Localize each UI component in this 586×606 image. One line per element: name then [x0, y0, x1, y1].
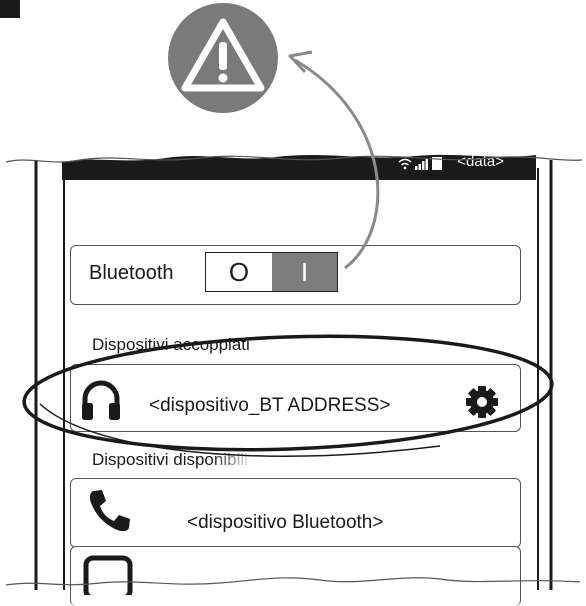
toggle-on-segment[interactable]: I [272, 253, 337, 291]
status-bar: <data> [36, 152, 570, 180]
bluetooth-card: Bluetooth O I [70, 245, 521, 305]
gear-icon[interactable] [465, 385, 499, 419]
heading-fade [210, 448, 320, 470]
bluetooth-label: Bluetooth [89, 262, 174, 284]
warning-icon [168, 3, 278, 113]
device-icon [83, 555, 133, 595]
wifi-icon [398, 158, 412, 170]
headphones-icon [82, 380, 120, 420]
status-date: <data> [457, 153, 504, 170]
available-device-row-2[interactable] [70, 546, 521, 606]
available-device-name: <dispositivo Bluetooth> [187, 512, 384, 533]
signal-icon [415, 158, 428, 170]
corner-mark [0, 0, 20, 18]
status-icons [398, 156, 442, 170]
battery-icon [432, 157, 442, 170]
paired-device-row[interactable]: <dispositivo_BT ADDRESS> [70, 364, 521, 432]
paired-devices-heading: Dispositivi accoppiati [92, 335, 250, 354]
available-device-row[interactable]: <dispositivo Bluetooth> [70, 478, 521, 548]
phone-icon [89, 490, 130, 532]
bluetooth-toggle[interactable]: O I [205, 252, 338, 292]
toggle-off-segment[interactable]: O [206, 253, 272, 291]
paired-device-name: <dispositivo_BT ADDRESS> [149, 395, 391, 416]
